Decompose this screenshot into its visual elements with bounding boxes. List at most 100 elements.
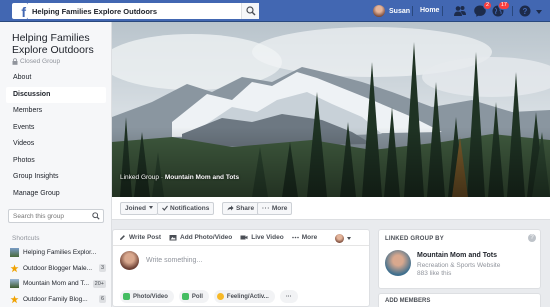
tab-live-video[interactable]: Live Video bbox=[240, 234, 284, 241]
shortcuts-heading: Shortcuts bbox=[12, 235, 40, 242]
avatar bbox=[335, 234, 344, 243]
nav-item-discussion[interactable]: Discussion bbox=[6, 86, 106, 103]
shortcut-thumbnail bbox=[10, 279, 19, 289]
group-search-input[interactable] bbox=[9, 210, 87, 222]
share-icon bbox=[227, 205, 234, 210]
shortcut-count: 3 bbox=[98, 264, 106, 273]
divider bbox=[512, 6, 513, 16]
caret-down-icon bbox=[347, 237, 351, 240]
avatar bbox=[373, 5, 385, 17]
avatar bbox=[120, 251, 139, 270]
nav-item-videos[interactable]: Videos bbox=[6, 136, 106, 153]
shortcut-count: 6 bbox=[98, 295, 106, 304]
feeling-activity-button[interactable]: Feeling/Activ... bbox=[213, 290, 275, 303]
nav-item-members[interactable]: Members bbox=[6, 103, 106, 120]
photo-icon bbox=[123, 293, 130, 300]
shortcut-item[interactable]: Helping Families Explor... bbox=[10, 245, 106, 261]
nav-item-events[interactable]: Events bbox=[6, 120, 106, 137]
group-title[interactable]: Helping Families Explore Outdoors bbox=[12, 32, 108, 56]
nav-item-photos[interactable]: Photos bbox=[6, 153, 106, 170]
search-icon bbox=[92, 212, 100, 220]
friend-requests-button[interactable] bbox=[453, 4, 467, 18]
shortcut-thumbnail bbox=[10, 248, 19, 258]
share-button[interactable]: Share bbox=[222, 202, 260, 215]
shortcut-label: Outdoor Family Blog... bbox=[23, 295, 88, 303]
check-icon bbox=[162, 205, 168, 211]
shortcut-label: Mountain Mom and T... bbox=[23, 280, 89, 288]
notifications-button[interactable]: 17 bbox=[491, 1, 510, 18]
add-members-card: ADD MEMBERS bbox=[378, 293, 541, 307]
facebook-logo-icon[interactable]: f bbox=[12, 3, 28, 19]
search-box[interactable] bbox=[28, 3, 259, 19]
poll-icon bbox=[181, 293, 189, 300]
shortcut-thumbnail bbox=[10, 295, 19, 304]
mountain-cover-image bbox=[112, 22, 550, 197]
photo-video-label: Photo/Video bbox=[133, 293, 168, 300]
messages-button[interactable]: 2 bbox=[473, 1, 492, 18]
joined-button[interactable]: Joined bbox=[120, 202, 158, 215]
poll-label: Poll bbox=[191, 293, 203, 300]
friends-icon bbox=[454, 6, 466, 16]
group-privacy-label: Closed Group bbox=[20, 58, 61, 65]
photo-video-button[interactable]: Photo/Video bbox=[120, 290, 174, 303]
lock-icon bbox=[12, 58, 18, 65]
profile-name: Susan bbox=[389, 7, 411, 15]
group-search-box[interactable] bbox=[8, 209, 104, 223]
account-menu-button[interactable] bbox=[535, 4, 543, 18]
help-icon[interactable]: ? bbox=[528, 234, 536, 242]
video-camera-icon bbox=[240, 235, 248, 240]
nav-item-manage-group[interactable]: Manage Group bbox=[6, 186, 106, 203]
shortcut-item[interactable]: Outdoor Blogger Male... 3 bbox=[10, 261, 106, 277]
tab-more[interactable]: More bbox=[291, 234, 318, 241]
group-privacy: Closed Group bbox=[12, 58, 60, 65]
composer-tabs: Write Post Add Photo/Video Live Video Mo… bbox=[113, 230, 369, 246]
tab-add-photo-video[interactable]: Add Photo/Video bbox=[169, 234, 232, 241]
notifications-badge: 17 bbox=[497, 1, 510, 10]
smiley-icon bbox=[216, 293, 224, 300]
shortcut-thumbnail bbox=[10, 264, 19, 273]
profile-link[interactable]: Susan bbox=[373, 4, 410, 18]
search-icon bbox=[246, 6, 256, 16]
linked-page-name[interactable]: Mountain Mom and Tots bbox=[417, 252, 497, 259]
nav-item-about[interactable]: About bbox=[6, 70, 106, 87]
more-label: More bbox=[271, 205, 288, 212]
cover-photo[interactable]: Linked Group · Mountain Mom and Tots bbox=[112, 22, 550, 197]
tab-more-label: More bbox=[301, 234, 318, 241]
shortcut-item[interactable]: Mountain Mom and T... 20+ bbox=[10, 276, 106, 292]
post-as-selector[interactable] bbox=[335, 234, 351, 243]
divider bbox=[412, 6, 413, 16]
poll-button[interactable]: Poll bbox=[178, 290, 209, 303]
composer-input[interactable]: Write something... bbox=[146, 257, 202, 264]
composer-actions: Photo/Video Poll Feeling/Activ... ··· bbox=[120, 290, 303, 303]
caret-down-icon bbox=[148, 206, 153, 209]
caret-down-icon bbox=[536, 10, 542, 14]
home-link[interactable]: Home bbox=[420, 7, 439, 14]
more-dots-icon: ··· bbox=[285, 293, 292, 300]
joined-label: Joined bbox=[125, 205, 146, 212]
tab-write-post-label: Write Post bbox=[129, 234, 162, 241]
notifications-label: Notifications bbox=[170, 205, 210, 212]
nav-item-group-insights[interactable]: Group Insights bbox=[6, 169, 106, 186]
tab-add-photo-label: Add Photo/Video bbox=[180, 234, 233, 241]
more-dots-icon bbox=[291, 236, 299, 239]
divider bbox=[442, 6, 443, 16]
notifications-button[interactable]: Notifications bbox=[157, 202, 215, 215]
add-members-heading: ADD MEMBERS bbox=[385, 298, 431, 304]
help-circle-icon: ? bbox=[519, 5, 531, 17]
linked-group-caption[interactable]: Linked Group · Mountain Mom and Tots bbox=[120, 174, 239, 181]
shortcut-item[interactable]: Outdoor Family Blog... 6 bbox=[10, 292, 106, 307]
page-avatar[interactable] bbox=[385, 250, 411, 276]
left-sidebar: Helping Families Explore Outdoors Closed… bbox=[0, 22, 112, 307]
composer-body[interactable]: Write something... bbox=[113, 246, 369, 286]
top-navigation-bar: f Susan Home 2 17 bbox=[0, 0, 550, 22]
search-button[interactable] bbox=[241, 3, 259, 19]
tab-write-post[interactable]: Write Post bbox=[119, 234, 161, 241]
shortcut-label: Outdoor Blogger Male... bbox=[23, 264, 93, 272]
help-button[interactable]: ? bbox=[518, 4, 532, 18]
shortcut-label: Helping Families Explor... bbox=[23, 249, 97, 257]
group-action-bar: Joined Notifications Share ··· More bbox=[112, 197, 550, 220]
search-input[interactable] bbox=[28, 3, 228, 19]
linked-group-card: LINKED GROUP BY ? Mountain Mom and Tots … bbox=[378, 229, 541, 289]
more-button[interactable]: ··· More bbox=[257, 202, 293, 215]
composer-more-button[interactable]: ··· bbox=[279, 290, 298, 303]
